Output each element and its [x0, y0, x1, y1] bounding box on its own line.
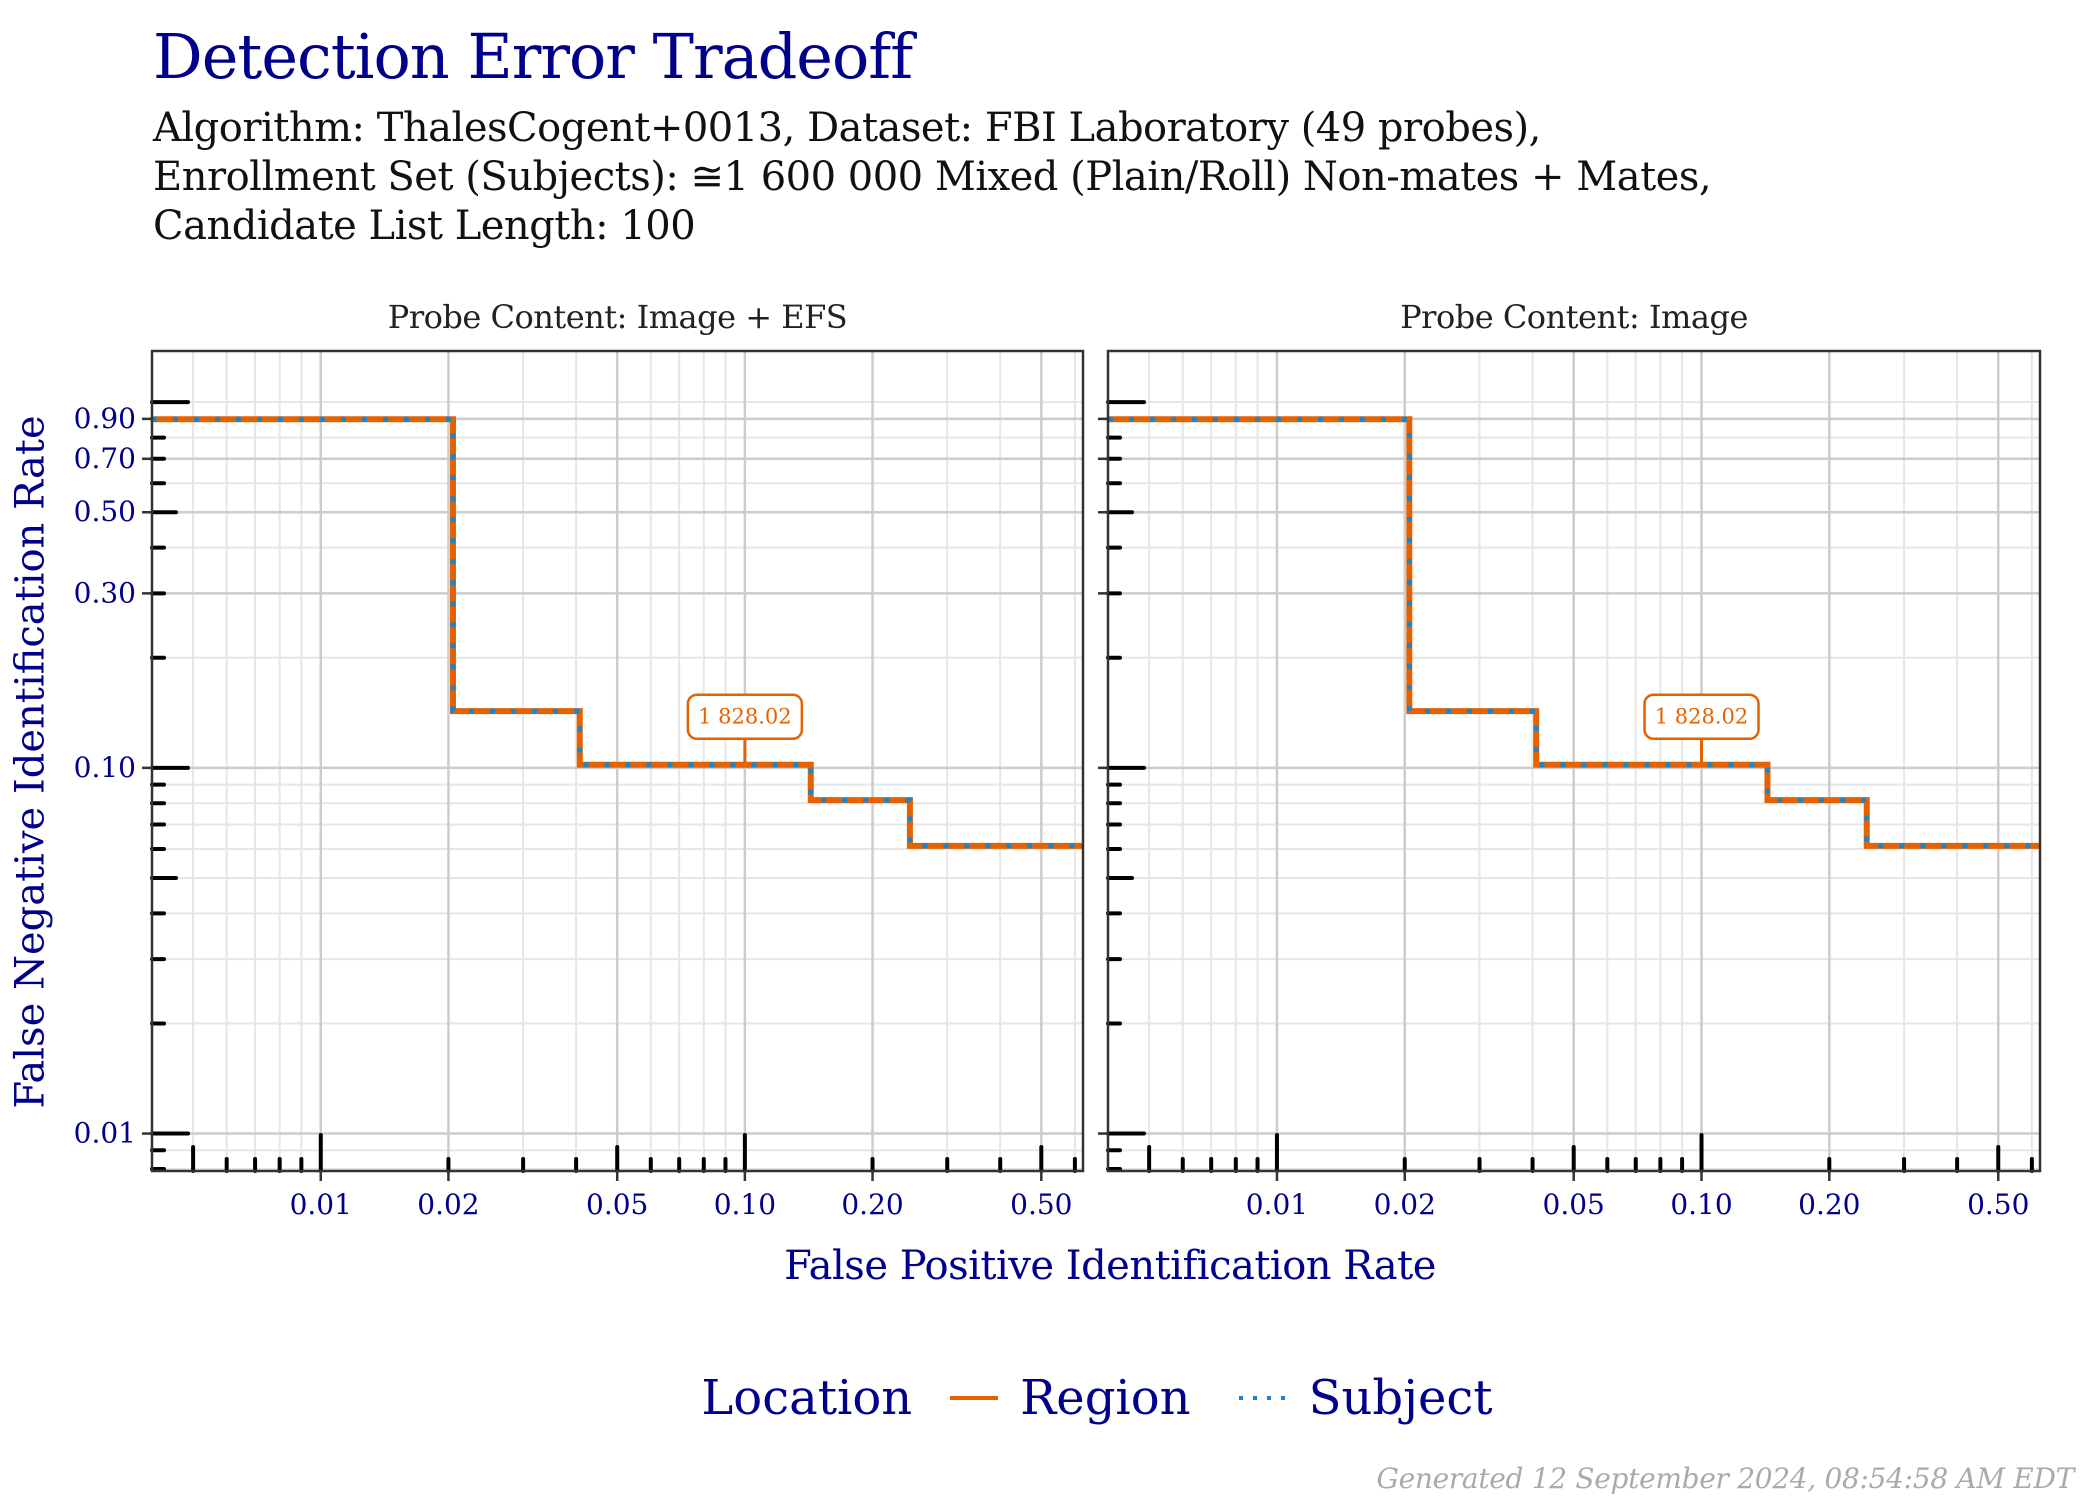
x-tick-label: 0.05 [586, 1188, 648, 1221]
y-tick-label: 0.50 [74, 495, 136, 528]
panel-left: 1 828.02 0.01 0.02 0.05 0.10 0.20 0.50 0.90 0.70… [74, 349, 1085, 1221]
x-tick-label: 0.02 [1374, 1188, 1436, 1221]
legend-label-region: Region [1020, 1370, 1191, 1426]
x-tick-label: 0.50 [1010, 1188, 1072, 1221]
y-tick-label: 0.70 [74, 442, 136, 475]
y-axis-title: False Negative Identification Rate [7, 415, 54, 1109]
y-tick-label: 0.90 [74, 402, 136, 435]
x-tick-label: 0.01 [1246, 1188, 1308, 1221]
legend-label-subject: Subject [1308, 1370, 1493, 1426]
x-axis-title: False Positive Identification Rate [784, 1243, 1436, 1289]
legend-key-region [946, 1374, 1002, 1422]
legend-title: Location [701, 1370, 913, 1426]
x-tick-label: 0.02 [417, 1188, 479, 1221]
x-tick-label: 0.10 [1670, 1188, 1732, 1221]
x-tick-label: 0.10 [714, 1188, 776, 1221]
annotation-label: 1 828.02 [1655, 705, 1749, 729]
x-tick-label: 0.01 [290, 1188, 352, 1221]
x-tick-label: 0.20 [1798, 1188, 1860, 1221]
x-tick-label: 0.20 [841, 1188, 903, 1221]
annotation-label: 1 828.02 [698, 705, 792, 729]
x-tick-label: 0.50 [1967, 1188, 2029, 1221]
legend-key-subject [1235, 1374, 1291, 1422]
panel-right: 1 828.02 0.01 0.02 0.05 0.10 0.20 0.50 [1098, 349, 2042, 1221]
y-tick-label: 0.01 [74, 1117, 136, 1150]
generated-timestamp: Generated 12 September 2024, 08:54:58 AM… [1376, 1462, 2075, 1495]
y-tick-label: 0.10 [74, 751, 136, 784]
y-tick-label: 0.30 [74, 576, 136, 609]
x-tick-label: 0.05 [1543, 1188, 1605, 1221]
legend: Location Region Subject [0, 1370, 2100, 1426]
